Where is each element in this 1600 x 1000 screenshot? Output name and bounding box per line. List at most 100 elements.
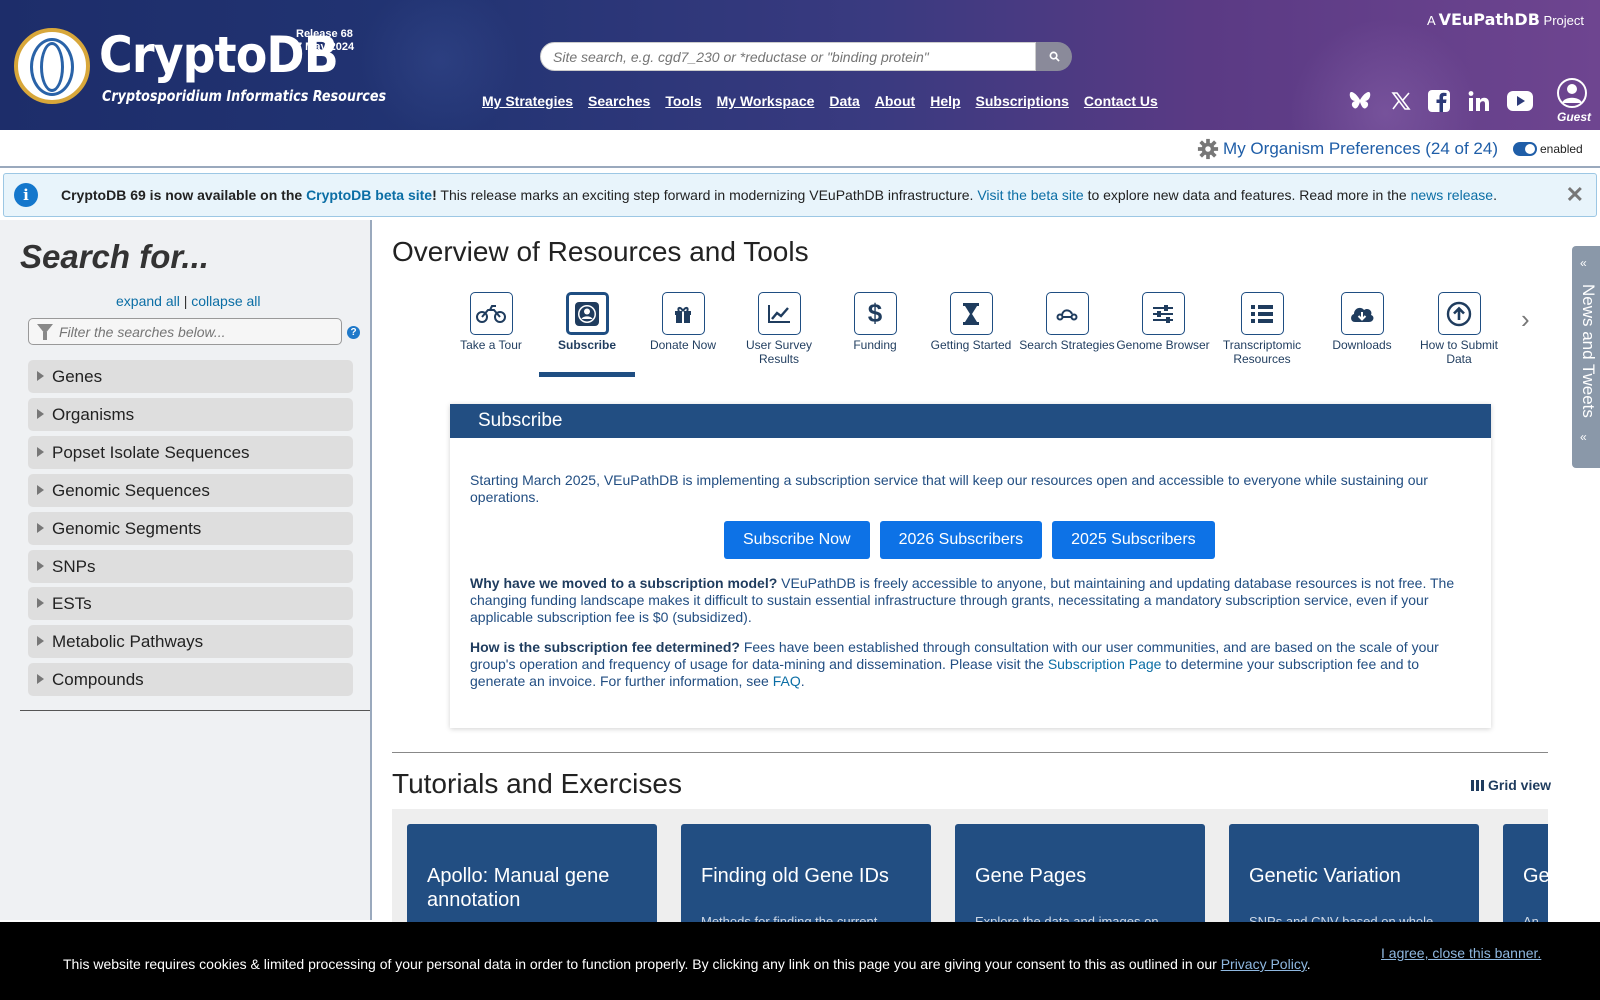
cloud-download-icon bbox=[1351, 307, 1374, 322]
privacy-policy-link[interactable]: Privacy Policy bbox=[1221, 956, 1307, 972]
tool-getting-started[interactable]: Getting Started bbox=[923, 292, 1019, 352]
nav-searches[interactable]: Searches bbox=[588, 93, 650, 109]
category-popset-isolate-sequences[interactable]: Popset Isolate Sequences bbox=[28, 436, 353, 469]
close-icon[interactable]: ✕ bbox=[1566, 182, 1584, 208]
expand-collapse-controls: expand all | collapse all bbox=[116, 293, 261, 309]
user-circle-icon bbox=[575, 301, 599, 326]
tutorial-card-title: Genetic Variation bbox=[1249, 865, 1401, 887]
tool-transcriptomic-resources[interactable]: Transcriptomic Resources bbox=[1214, 292, 1310, 366]
bluesky-icon[interactable] bbox=[1347, 90, 1373, 112]
subscribe-intro: Starting March 2025, VEuPathDB is implem… bbox=[470, 472, 1428, 505]
category-ests[interactable]: ESTs bbox=[28, 587, 353, 620]
x-twitter-icon[interactable] bbox=[1390, 90, 1412, 112]
nav-contact-us[interactable]: Contact Us bbox=[1084, 93, 1158, 109]
overview-title: Overview of Resources and Tools bbox=[392, 236, 809, 267]
subscription-page-link[interactable]: Subscription Page bbox=[1048, 656, 1162, 672]
organism-preferences-link[interactable]: My Organism Preferences (24 of 24) bbox=[1223, 139, 1498, 159]
tool-label: Search Strategies bbox=[1019, 338, 1115, 352]
subscribers-2025-button[interactable]: 2025 Subscribers bbox=[1052, 521, 1215, 559]
subscribe-buttons: Subscribe Now 2026 Subscribers 2025 Subs… bbox=[724, 521, 1215, 559]
site-search-box[interactable] bbox=[540, 42, 1036, 71]
site-search-input[interactable] bbox=[541, 43, 1035, 70]
veupathdb-project-link[interactable]: A VEuPathDB Project bbox=[1427, 10, 1584, 29]
nav-about[interactable]: About bbox=[875, 93, 915, 109]
tutorial-card[interactable]: Finding old Gene IDs Methods for finding… bbox=[681, 824, 931, 922]
search-filter-input[interactable] bbox=[59, 319, 329, 344]
category-genomic-segments[interactable]: Genomic Segments bbox=[28, 512, 353, 545]
visit-beta-link[interactable]: Visit the beta site bbox=[977, 187, 1083, 203]
search-sidebar: Search for... expand all | collapse all … bbox=[0, 220, 372, 920]
collapse-all-link[interactable]: collapse all bbox=[191, 293, 260, 309]
site-search-button[interactable] bbox=[1036, 42, 1072, 71]
strategy-icon bbox=[1056, 308, 1078, 320]
subscription-model-question: Why have we moved to a subscription mode… bbox=[470, 575, 778, 591]
subscription-fee-text: How is the subscription fee determined? … bbox=[470, 639, 1470, 690]
nav-data[interactable]: Data bbox=[829, 93, 859, 109]
search-filter-box[interactable] bbox=[28, 318, 342, 345]
search-icon bbox=[1049, 51, 1060, 62]
category-genomic-sequences[interactable]: Genomic Sequences bbox=[28, 474, 353, 507]
nav-tools[interactable]: Tools bbox=[665, 93, 701, 109]
gear-icon[interactable] bbox=[1197, 138, 1219, 160]
tool-funding[interactable]: $ Funding bbox=[827, 292, 923, 352]
tool-take-a-tour[interactable]: Take a Tour bbox=[443, 292, 539, 352]
subscription-fee-answer-3: . bbox=[800, 673, 805, 689]
news-and-tweets-tab[interactable]: « News and Tweets « bbox=[1572, 246, 1600, 468]
announcement-text-1: This release marks an exciting step forw… bbox=[436, 187, 978, 203]
user-account-icon[interactable] bbox=[1557, 78, 1587, 108]
tutorial-card[interactable]: Ge An bbox=[1503, 824, 1548, 922]
header-decoration bbox=[1290, 18, 1480, 130]
beta-site-link[interactable]: CryptoDB beta site bbox=[306, 187, 432, 203]
grid-view-toggle[interactable]: Grid view bbox=[1471, 777, 1551, 793]
faq-link[interactable]: FAQ bbox=[773, 673, 801, 689]
nav-help[interactable]: Help bbox=[930, 93, 960, 109]
tool-label: How to Submit Data bbox=[1419, 338, 1499, 366]
tool-genome-browser[interactable]: Genome Browser bbox=[1115, 292, 1211, 352]
caret-right-icon bbox=[37, 485, 44, 495]
subscribers-2026-button[interactable]: 2026 Subscribers bbox=[879, 521, 1043, 559]
chevrons-left-icon: « bbox=[1580, 430, 1587, 444]
nav-subscriptions[interactable]: Subscriptions bbox=[976, 93, 1069, 109]
tool-label: Getting Started bbox=[930, 338, 1012, 352]
nav-my-strategies[interactable]: My Strategies bbox=[482, 93, 573, 109]
announcement-text-3: . bbox=[1493, 187, 1497, 203]
close-cookie-banner-link[interactable]: I agree, close this banner. bbox=[1381, 945, 1541, 961]
sliders-icon bbox=[1153, 304, 1173, 323]
category-metabolic-pathways[interactable]: Metabolic Pathways bbox=[28, 625, 353, 658]
chevron-right-icon[interactable]: › bbox=[1521, 304, 1530, 335]
expand-all-link[interactable]: expand all bbox=[116, 293, 180, 309]
main-nav: My Strategies Searches Tools My Workspac… bbox=[482, 93, 1158, 109]
youtube-icon[interactable] bbox=[1507, 90, 1533, 112]
tutorial-card-title: Gene Pages bbox=[975, 865, 1087, 887]
subscribe-now-button[interactable]: Subscribe Now bbox=[724, 521, 870, 559]
tool-user-survey-results[interactable]: User Survey Results bbox=[731, 292, 827, 366]
cryptodb-logo-icon[interactable] bbox=[14, 28, 90, 104]
preferences-toggle[interactable] bbox=[1513, 142, 1537, 156]
tutorial-card[interactable]: Apollo: Manual gene annotation bbox=[407, 824, 657, 922]
subscription-model-text: Why have we moved to a subscription mode… bbox=[470, 575, 1470, 626]
guest-label[interactable]: Guest bbox=[1557, 110, 1591, 124]
tool-search-strategies[interactable]: Search Strategies bbox=[1019, 292, 1115, 352]
category-organisms[interactable]: Organisms bbox=[28, 398, 353, 431]
category-compounds[interactable]: Compounds bbox=[28, 663, 353, 696]
category-genes[interactable]: Genes bbox=[28, 360, 353, 393]
grid-view-label: Grid view bbox=[1488, 777, 1552, 793]
category-snps[interactable]: SNPs bbox=[28, 550, 353, 583]
facebook-icon[interactable] bbox=[1428, 90, 1450, 112]
tutorial-card[interactable]: Gene Pages Explore the data and images o… bbox=[955, 824, 1205, 922]
news-release-link[interactable]: news release bbox=[1411, 187, 1494, 203]
tutorial-card[interactable]: Genetic Variation SNPs and CNV based on … bbox=[1229, 824, 1479, 922]
tool-how-to-submit-data[interactable]: How to Submit Data bbox=[1411, 292, 1507, 366]
tool-subscribe[interactable]: Subscribe bbox=[539, 292, 635, 352]
tutorial-card-desc: Methods for finding the current bbox=[701, 914, 878, 922]
category-label: Organisms bbox=[52, 405, 135, 424]
site-subtitle: Cryptosporidium Informatics Resources bbox=[102, 87, 387, 105]
tool-downloads[interactable]: Downloads bbox=[1314, 292, 1410, 352]
nav-my-workspace[interactable]: My Workspace bbox=[717, 93, 815, 109]
tutorial-card-desc: An bbox=[1523, 914, 1539, 922]
tool-donate-now[interactable]: Donate Now bbox=[635, 292, 731, 352]
help-icon[interactable]: ? bbox=[347, 326, 360, 339]
tool-label: Take a Tour bbox=[460, 338, 522, 352]
linkedin-icon[interactable] bbox=[1467, 90, 1491, 112]
preferences-toggle-label: enabled bbox=[1540, 142, 1583, 156]
